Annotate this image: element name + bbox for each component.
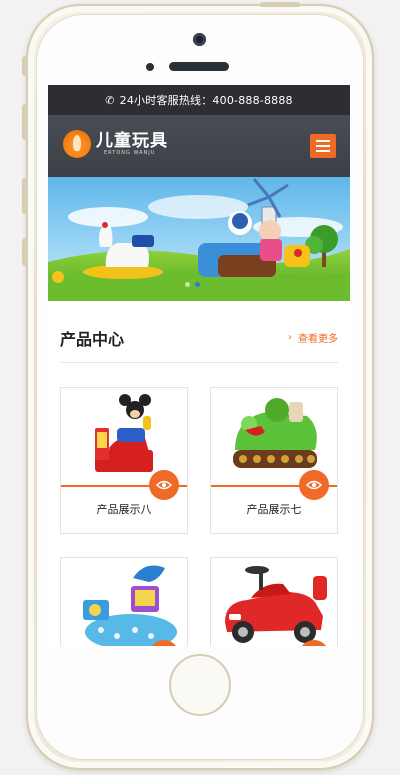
- product-image: [211, 558, 337, 646]
- product-name: 产品展示七: [246, 503, 302, 516]
- view-eye-icon[interactable]: [299, 470, 329, 500]
- mute-switch: [22, 56, 28, 76]
- product-card[interactable]: 产品展示七: [210, 387, 338, 534]
- site-header: 儿童玩具 ERTONG WANJU: [48, 115, 350, 177]
- phone-icon: ✆: [105, 93, 115, 107]
- product-name: 产品展示八: [96, 503, 152, 516]
- hamburger-menu-icon[interactable]: [310, 134, 336, 158]
- home-button[interactable]: [169, 654, 231, 716]
- product-image: [61, 558, 187, 646]
- hero-banner[interactable]: [48, 177, 350, 301]
- view-more-label: 查看更多: [298, 334, 338, 345]
- product-card[interactable]: [60, 557, 188, 646]
- product-center-header: 产品中心 › 查看更多: [60, 301, 338, 363]
- side-button: [22, 238, 28, 266]
- front-camera: [193, 33, 206, 46]
- banner-dot[interactable]: [185, 282, 190, 287]
- volume-down-button: [22, 178, 28, 214]
- product-card[interactable]: [210, 557, 338, 646]
- logo-subtitle: ERTONG WANJU: [104, 149, 156, 156]
- proximity-sensor: [146, 63, 154, 71]
- view-eye-icon[interactable]: [149, 470, 179, 500]
- section-title: 产品中心: [60, 329, 125, 349]
- site-logo[interactable]: 儿童玩具 ERTONG WANJU: [63, 130, 168, 158]
- banner-pagination[interactable]: [185, 282, 200, 287]
- product-card[interactable]: 产品展示八: [60, 387, 188, 534]
- chevron-right-icon: ›: [288, 332, 292, 343]
- power-button: [260, 2, 300, 7]
- banner-dot-active[interactable]: [195, 282, 200, 287]
- phone-screen: ✆ 24小时客服热线：400-888-8888 儿童玩具 ERTONG WANJ…: [48, 85, 350, 646]
- flame-logo-icon: [63, 130, 91, 158]
- volume-up-button: [22, 104, 28, 140]
- earpiece-speaker: [169, 62, 229, 71]
- view-more-link[interactable]: › 查看更多: [288, 330, 338, 345]
- hotline-bar: ✆ 24小时客服热线：400-888-8888: [48, 85, 350, 115]
- logo-title: 儿童玩具: [96, 130, 168, 151]
- hotline-text: 24小时客服热线：400-888-8888: [119, 94, 293, 107]
